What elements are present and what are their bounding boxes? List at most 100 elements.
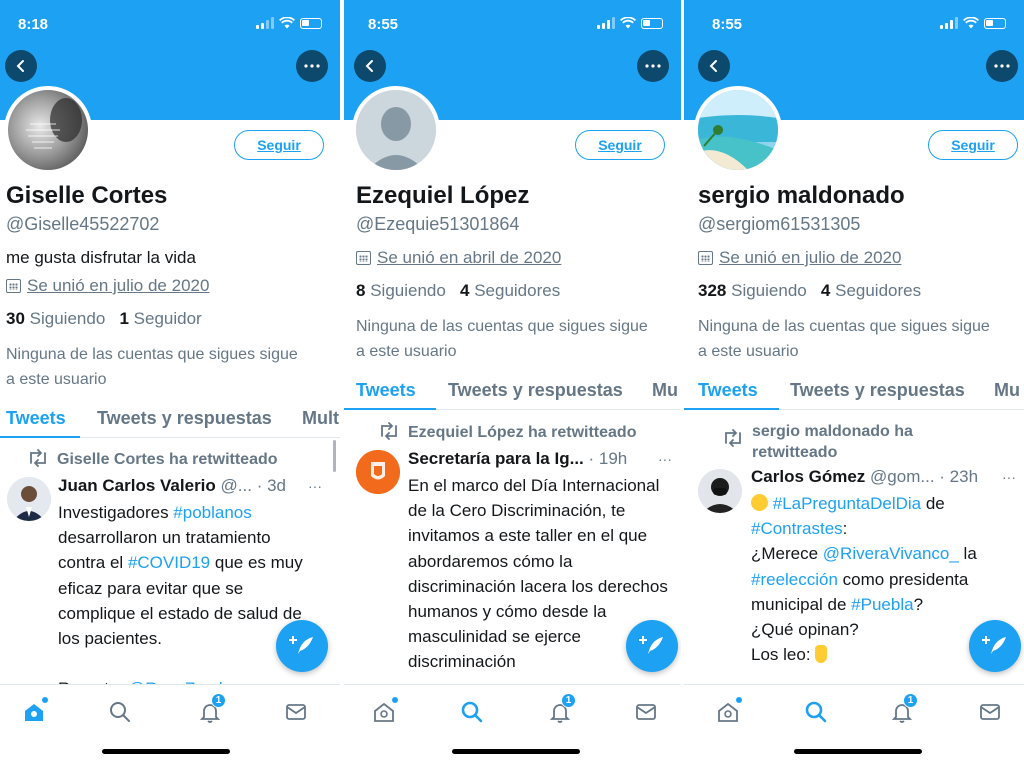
joined-date: Se unió en julio de 2020 xyxy=(698,248,901,268)
tweet-author-name[interactable]: Juan Carlos Valerio xyxy=(58,476,216,495)
followers-link[interactable]: 4 Seguidores xyxy=(821,281,921,300)
battery-icon xyxy=(984,17,1006,29)
home-dot xyxy=(42,697,48,703)
status-time: 8:55 xyxy=(368,16,399,33)
nav-home[interactable] xyxy=(370,697,398,725)
follow-stats: 30 Siguiendo 1 Seguidor xyxy=(6,309,202,329)
tweet-author-avatar[interactable] xyxy=(7,477,51,521)
search-icon xyxy=(110,702,130,722)
nav-notifications[interactable]: 1 xyxy=(546,693,576,725)
profile-tabs: Tweets Tweets y respuestas Mult xyxy=(0,398,340,438)
tweet-author-avatar[interactable] xyxy=(356,450,400,494)
tweet-author-name[interactable]: Carlos Gómez xyxy=(751,467,865,486)
hashtag-link[interactable]: #COVID19 xyxy=(128,553,210,572)
tweet-author-name[interactable]: Secretaría para la Ig... xyxy=(408,449,584,468)
pointing-down-icon xyxy=(815,645,828,664)
tab-media[interactable]: Mu xyxy=(652,380,678,401)
profile-bio: me gusta disfrutar la vida xyxy=(6,248,196,267)
profile-avatar[interactable] xyxy=(694,86,782,174)
home-dot xyxy=(392,697,398,703)
more-button[interactable] xyxy=(296,50,328,82)
tweet-menu-icon[interactable]: ··· xyxy=(658,451,672,467)
joined-text: Se unió en julio de 2020 xyxy=(719,248,902,267)
nav-messages[interactable] xyxy=(976,699,1004,725)
follow-button[interactable]: Seguir xyxy=(928,130,1018,160)
tab-tweets-replies[interactable]: Tweets y respuestas xyxy=(97,408,272,429)
notification-badge: 1 xyxy=(903,693,918,708)
tweet-header: Secretaría para la Ig... · 19h xyxy=(408,449,627,469)
scrollbar[interactable] xyxy=(333,440,336,472)
back-button[interactable] xyxy=(698,50,730,82)
follow-button[interactable]: Seguir xyxy=(575,130,665,160)
more-button[interactable] xyxy=(986,50,1018,82)
followers-label: Seguidor xyxy=(133,309,202,328)
hashtag-link[interactable]: #reelección xyxy=(751,570,838,589)
tab-tweets[interactable]: Tweets xyxy=(356,380,416,401)
tweet-text-part: ¿Merece xyxy=(751,544,823,564)
tab-tweets-replies[interactable]: Tweets y respuestas xyxy=(790,380,965,401)
back-button[interactable] xyxy=(5,50,37,82)
back-icon xyxy=(365,60,373,72)
calendar-icon xyxy=(6,279,21,293)
nav-search[interactable] xyxy=(106,699,134,725)
home-icon xyxy=(25,704,43,721)
nav-notifications[interactable]: 1 xyxy=(196,693,226,725)
status-time: 8:55 xyxy=(712,16,743,33)
followers-label: Seguidores xyxy=(474,281,561,300)
status-time: 8:18 xyxy=(18,16,49,33)
follow-button[interactable]: Seguir xyxy=(234,130,324,160)
hashtag-link[interactable]: #LaPreguntaDelDia xyxy=(773,494,921,513)
compose-tweet-button[interactable] xyxy=(276,620,328,672)
compose-tweet-button[interactable] xyxy=(969,620,1021,672)
messages-icon xyxy=(286,704,306,720)
more-button[interactable] xyxy=(637,50,669,82)
profile-avatar[interactable] xyxy=(4,86,92,174)
status-icons xyxy=(597,17,663,29)
home-icon xyxy=(718,702,738,722)
battery-icon xyxy=(300,17,322,29)
hashtag-link[interactable]: #Contrastes xyxy=(751,519,843,538)
status-icons xyxy=(256,17,322,29)
profile-screen-ezequiel: 8:55 Seguir Ezequiel López @Ezequie51301… xyxy=(344,0,681,766)
compose-tweet-button[interactable] xyxy=(626,620,678,672)
back-button[interactable] xyxy=(354,50,386,82)
following-label: Siguiendo xyxy=(731,281,807,300)
nav-messages[interactable] xyxy=(632,699,660,725)
follow-stats: 8 Siguiendo 4 Seguidores xyxy=(356,281,560,301)
home-dot xyxy=(736,697,742,703)
tweet-author-avatar[interactable] xyxy=(698,469,742,513)
tweet-text-part: Investigadores xyxy=(58,503,174,522)
profile-avatar[interactable] xyxy=(352,86,440,174)
tab-tweets[interactable]: Tweets xyxy=(698,380,758,401)
avatar-image xyxy=(26,98,82,149)
following-link[interactable]: 328 Siguiendo xyxy=(698,281,807,300)
tab-tweets-replies[interactable]: Tweets y respuestas xyxy=(448,380,623,401)
followers-link[interactable]: 4 Seguidores xyxy=(460,281,560,300)
nav-home[interactable] xyxy=(714,697,742,725)
nav-notifications[interactable]: 1 xyxy=(888,693,918,725)
nav-messages[interactable] xyxy=(282,699,310,725)
hashtag-link[interactable]: #poblanos xyxy=(173,503,251,522)
org-logo xyxy=(356,450,400,494)
mention-link[interactable]: @RiveraVivanco_ xyxy=(823,544,959,563)
battery-icon xyxy=(641,17,663,29)
nav-home[interactable] xyxy=(20,697,48,725)
tab-media[interactable]: Mu xyxy=(994,380,1020,401)
followers-count: 1 xyxy=(119,309,129,328)
messages-icon xyxy=(636,704,656,720)
nav-search[interactable] xyxy=(458,699,486,725)
tab-media[interactable]: Mult xyxy=(302,408,339,429)
following-link[interactable]: 8 Siguiendo xyxy=(356,281,446,300)
following-label: Siguiendo xyxy=(370,281,446,300)
followers-link[interactable]: 1 Seguidor xyxy=(119,309,201,328)
nav-search[interactable] xyxy=(802,699,830,725)
profile-screen-sergio: 8:55 Seguir sergio maldonado @sergiom615… xyxy=(684,0,1024,766)
following-link[interactable]: 30 Siguiendo xyxy=(6,309,105,328)
tweet-menu-icon[interactable]: ··· xyxy=(1002,469,1016,485)
search-icon xyxy=(805,701,827,723)
active-tab-indicator xyxy=(0,436,80,438)
tab-tweets[interactable]: Tweets xyxy=(6,408,66,429)
hashtag-link[interactable]: #Puebla xyxy=(851,595,913,614)
tweet-menu-icon[interactable]: ··· xyxy=(308,478,322,494)
profile-name: Giselle Cortes xyxy=(6,182,168,209)
